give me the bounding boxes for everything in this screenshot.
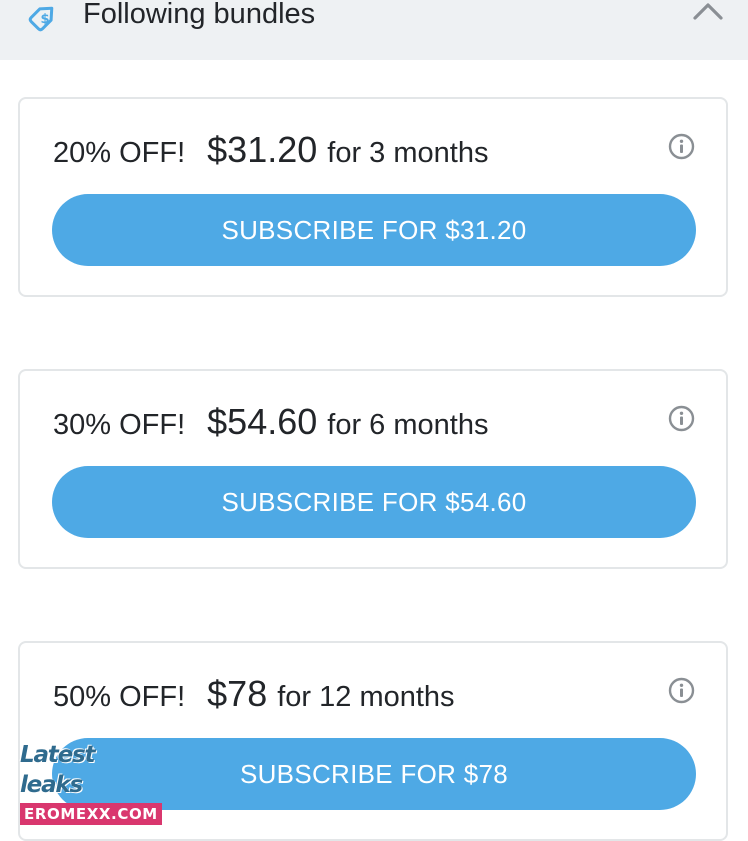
bundle-offer-line: 20% OFF! $31.20 for 3 months <box>53 129 488 171</box>
bundle-price: $31.20 <box>207 129 318 170</box>
bundle-price: $78 <box>207 673 268 714</box>
subscribe-button-6-months[interactable]: SUBSCRIBE FOR $54.60 <box>52 466 696 538</box>
bundle-discount: 50% OFF! <box>53 681 186 713</box>
svg-text:$: $ <box>40 12 49 27</box>
bundle-discount: 20% OFF! <box>53 137 186 169</box>
bundle-offer-line: 30% OFF! $54.60 for 6 months <box>53 401 488 443</box>
info-icon[interactable] <box>668 677 695 704</box>
bundle-term: for 6 months <box>327 409 489 441</box>
section-title: Following bundles <box>83 0 316 30</box>
info-icon[interactable] <box>668 133 695 160</box>
bundle-card-3-months: 20% OFF! $31.20 for 3 months SUBSCRIBE F… <box>18 97 728 297</box>
bundle-term: for 12 months <box>277 681 455 713</box>
watermark-line-1: Latest leaks <box>20 742 95 798</box>
watermark-logo: Latest leaks EROMEXX.COM <box>20 740 162 825</box>
bundle-price: $54.60 <box>207 401 318 442</box>
bundle-offer-line: 50% OFF! $78 for 12 months <box>53 673 455 715</box>
watermark-line-2: EROMEXX.COM <box>20 803 162 825</box>
bundle-discount: 30% OFF! <box>53 409 186 441</box>
chevron-up-icon[interactable] <box>691 0 725 22</box>
price-tag-icon: $ <box>28 6 54 32</box>
bundles-section-header[interactable]: $ Following bundles <box>0 0 748 60</box>
info-icon[interactable] <box>668 405 695 432</box>
bundle-card-6-months: 30% OFF! $54.60 for 6 months SUBSCRIBE F… <box>18 369 728 569</box>
subscribe-button-3-months[interactable]: SUBSCRIBE FOR $31.20 <box>52 194 696 266</box>
bundle-term: for 3 months <box>327 137 489 169</box>
